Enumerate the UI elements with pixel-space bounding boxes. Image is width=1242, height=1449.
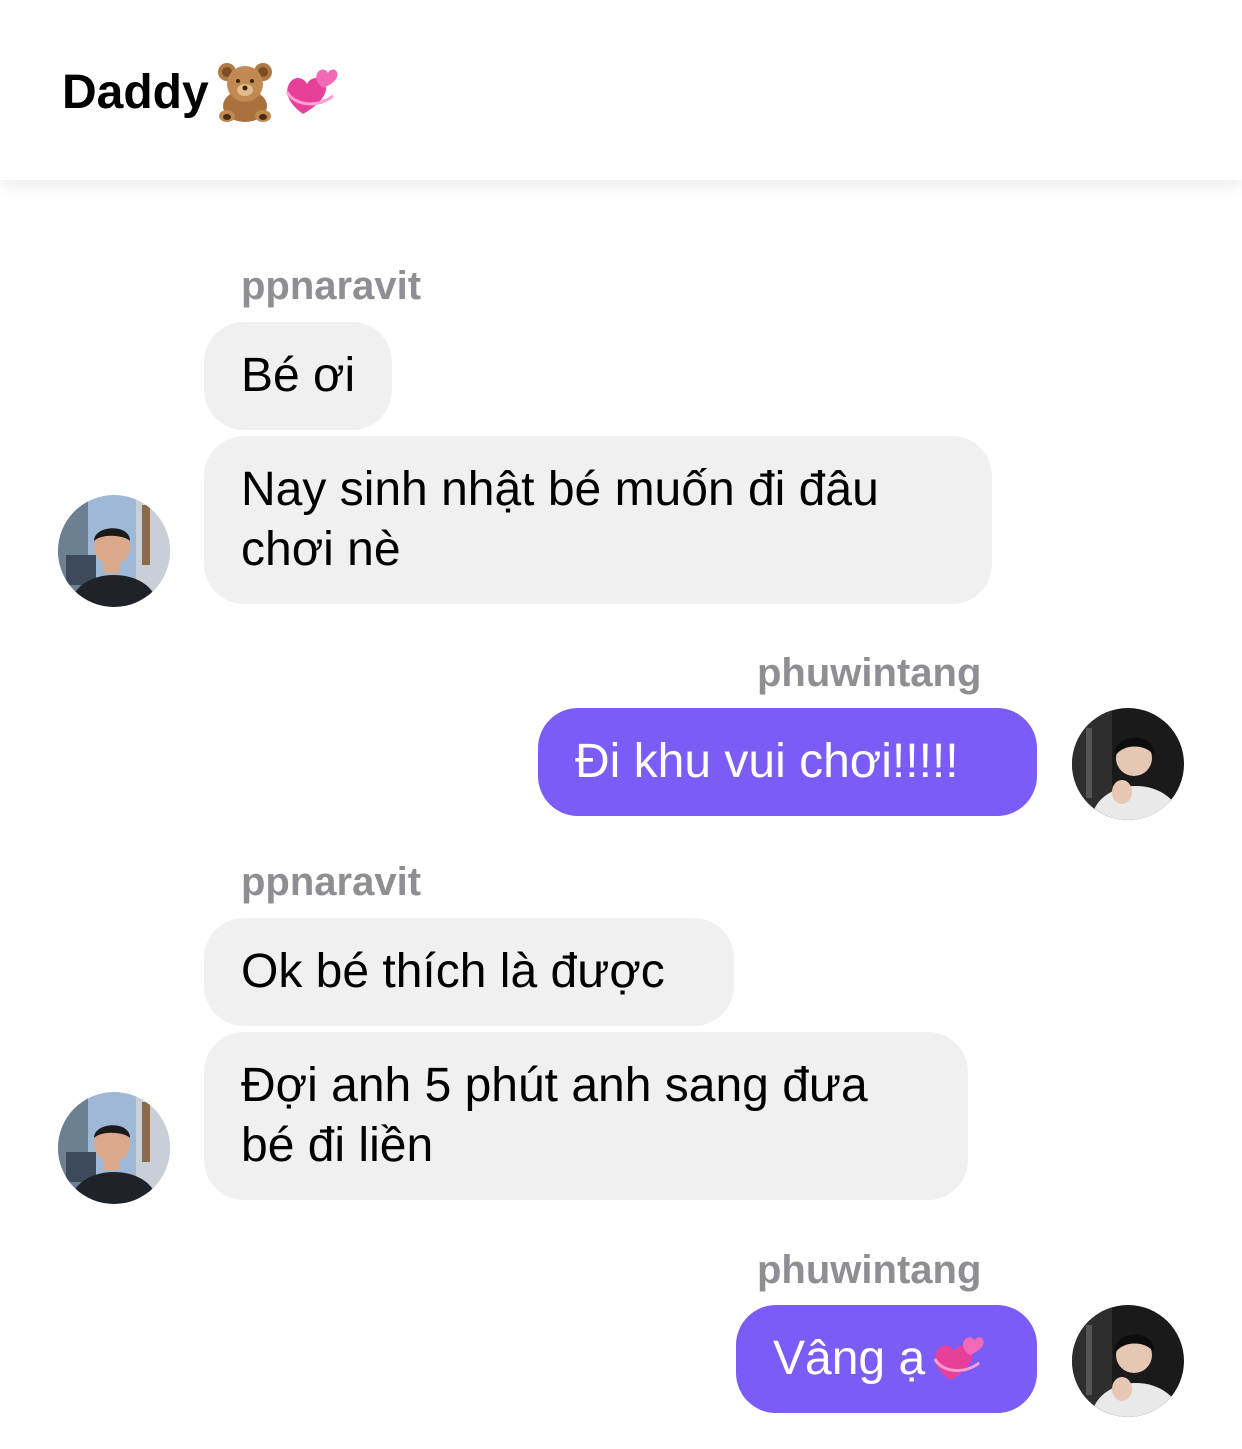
sender-name: phuwintang — [757, 651, 982, 695]
message-text: Ok bé thích là được — [241, 945, 665, 998]
message-bubble-outgoing[interactable]: Đi khu vui chơi!!!!! — [538, 708, 1037, 816]
sender-name: phuwintang — [757, 1248, 982, 1292]
sender-name: ppnaravit — [241, 860, 422, 904]
revolving-hearts-icon — [281, 62, 341, 122]
message-text: Nay sinh nhật bé muốn đi đâu chơi nè — [241, 463, 879, 576]
message-bubble-incoming[interactable]: Bé ơi — [204, 322, 393, 430]
message-list[interactable]: ppnaravit Bé ơi Nay sinh nhật bé muốn đi… — [0, 180, 1242, 1449]
chat-title-text: Daddy — [62, 65, 209, 119]
message-text: Bé ơi — [241, 349, 356, 402]
message-text: Đi khu vui chơi!!!!! — [575, 735, 959, 788]
chat-header: Daddy — [0, 0, 1242, 180]
sender-name: ppnaravit — [241, 264, 422, 308]
message-bubble-incoming[interactable]: Đợi anh 5 phút anh sang đưa bé đi liền — [204, 1032, 968, 1200]
avatar-ppnaravit[interactable] — [58, 495, 170, 607]
avatar-phuwintang[interactable] — [1072, 708, 1184, 820]
message-bubble-incoming[interactable]: Ok bé thích là được — [204, 918, 734, 1026]
avatar-phuwintang[interactable] — [1072, 1305, 1184, 1417]
revolving-hearts-icon — [929, 1330, 987, 1388]
avatar-ppnaravit[interactable] — [58, 1092, 170, 1204]
message-text: Đợi anh 5 phút anh sang đưa bé đi liền — [241, 1059, 868, 1172]
message-bubble-incoming[interactable]: Nay sinh nhật bé muốn đi đâu chơi nè — [204, 436, 992, 604]
teddy-bear-icon — [213, 60, 277, 124]
message-bubble-outgoing[interactable]: Vâng ạ — [736, 1305, 1037, 1413]
message-text: Vâng ạ — [773, 1332, 926, 1385]
chat-title[interactable]: Daddy — [62, 60, 341, 124]
